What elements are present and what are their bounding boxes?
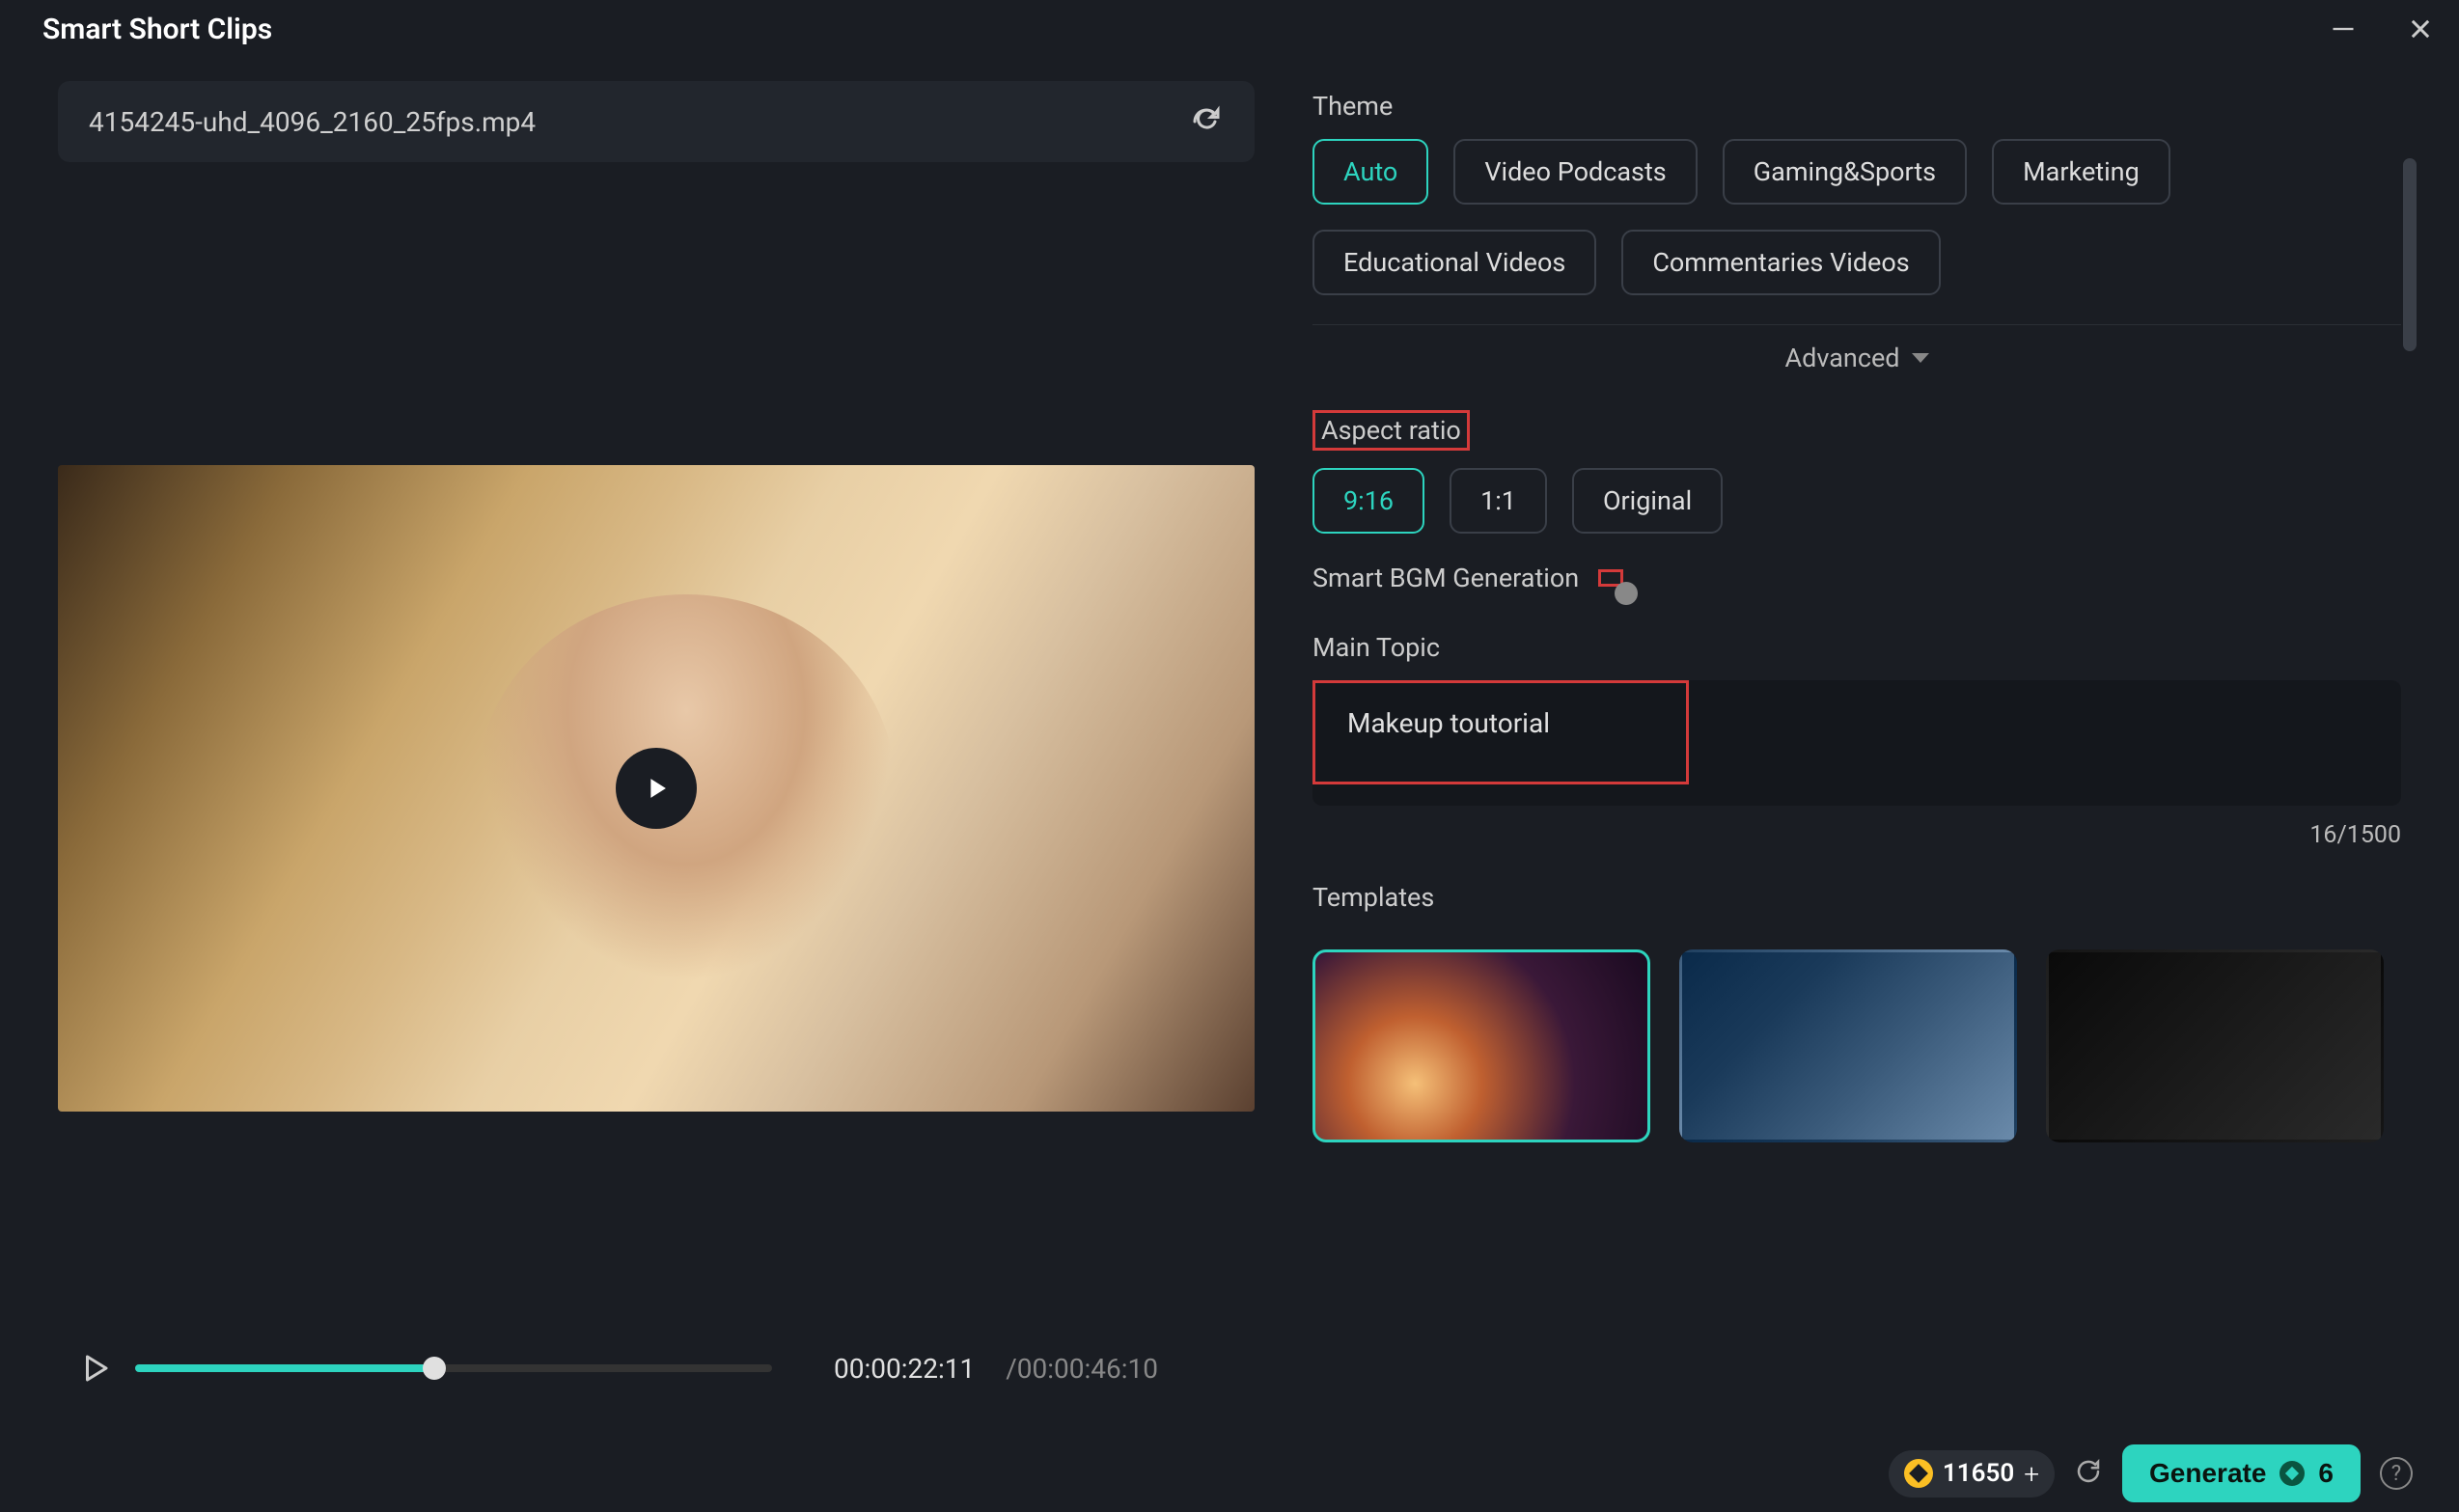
progress-handle[interactable] bbox=[423, 1357, 446, 1380]
template-card-2[interactable] bbox=[1679, 949, 2017, 1142]
template-card-1[interactable] bbox=[1312, 949, 1650, 1142]
file-bar: 4154245-uhd_4096_2160_25fps.mp4 bbox=[58, 81, 1255, 162]
progress-slider[interactable] bbox=[135, 1364, 772, 1372]
minimize-button[interactable] bbox=[2328, 14, 2359, 44]
main-topic-label: Main Topic bbox=[1312, 632, 1440, 663]
app-title: Smart Short Clips bbox=[42, 13, 272, 46]
aspect-chip-9-16[interactable]: 9:16 bbox=[1312, 468, 1424, 534]
generate-cost: 6 bbox=[2318, 1458, 2334, 1489]
footer-bar: 11650 + Generate 6 ? bbox=[0, 1435, 2459, 1512]
video-thumbnail[interactable] bbox=[58, 465, 1255, 1112]
theme-chip-educational[interactable]: Educational Videos bbox=[1312, 230, 1596, 295]
video-preview-area bbox=[58, 174, 1255, 1132]
theme-chip-commentaries[interactable]: Commentaries Videos bbox=[1621, 230, 1940, 295]
total-time: /00:00:46:10 bbox=[1006, 1353, 1158, 1385]
aspect-chip-1-1[interactable]: 1:1 bbox=[1450, 468, 1547, 534]
title-bar: Smart Short Clips bbox=[0, 0, 2459, 58]
help-icon[interactable]: ? bbox=[2380, 1457, 2413, 1490]
plus-icon[interactable]: + bbox=[2024, 1458, 2039, 1490]
main-topic-input[interactable] bbox=[1312, 680, 2401, 806]
settings-panel: Theme Auto Video Podcasts Gaming&Sports … bbox=[1274, 81, 2420, 1412]
templates-label: Templates bbox=[1312, 882, 1434, 913]
play-button[interactable] bbox=[77, 1351, 112, 1386]
app-window: Smart Short Clips 4154245-uhd_4096_2160_… bbox=[0, 0, 2459, 1512]
bgm-label: Smart BGM Generation bbox=[1312, 563, 1579, 593]
bgm-row: Smart BGM Generation bbox=[1312, 563, 2401, 593]
theme-label: Theme bbox=[1312, 91, 1393, 122]
generate-label: Generate bbox=[2149, 1458, 2266, 1489]
advanced-label: Advanced bbox=[1785, 343, 1900, 373]
reload-icon[interactable] bbox=[2074, 1457, 2103, 1490]
current-time: 00:00:22:11 bbox=[834, 1353, 975, 1385]
player-controls: 00:00:22:11 /00:00:46:10 bbox=[58, 1325, 1255, 1412]
cost-coin-icon bbox=[2279, 1461, 2305, 1486]
chevron-down-icon bbox=[1912, 353, 1929, 363]
theme-options: Auto Video Podcasts Gaming&Sports Market… bbox=[1312, 139, 2401, 295]
theme-chip-auto[interactable]: Auto bbox=[1312, 139, 1428, 205]
play-overlay-button[interactable] bbox=[616, 748, 697, 829]
left-panel: 4154245-uhd_4096_2160_25fps.mp4 bbox=[58, 81, 1255, 1412]
generate-button[interactable]: Generate 6 bbox=[2122, 1444, 2361, 1502]
theme-chip-marketing[interactable]: Marketing bbox=[1992, 139, 2170, 205]
scrollbar[interactable] bbox=[2403, 158, 2417, 351]
aspect-ratio-options: 9:16 1:1 Original bbox=[1312, 468, 2401, 534]
refresh-icon[interactable] bbox=[1189, 104, 1224, 139]
aspect-chip-original[interactable]: Original bbox=[1572, 468, 1723, 534]
char-counter: 16/1500 bbox=[1312, 821, 2401, 849]
close-button[interactable] bbox=[2405, 14, 2436, 44]
advanced-toggle[interactable]: Advanced bbox=[1312, 324, 2401, 373]
theme-chip-gaming-sports[interactable]: Gaming&Sports bbox=[1723, 139, 1967, 205]
aspect-ratio-label: Aspect ratio bbox=[1312, 410, 1470, 451]
template-card-3[interactable] bbox=[2046, 949, 2384, 1142]
credits-pill[interactable]: 11650 + bbox=[1889, 1450, 2055, 1498]
coin-icon bbox=[1904, 1459, 1933, 1488]
templates-row bbox=[1312, 949, 2401, 1142]
credits-amount: 11650 bbox=[1943, 1459, 2014, 1488]
theme-chip-video-podcasts[interactable]: Video Podcasts bbox=[1453, 139, 1697, 205]
file-name: 4154245-uhd_4096_2160_25fps.mp4 bbox=[89, 106, 536, 138]
